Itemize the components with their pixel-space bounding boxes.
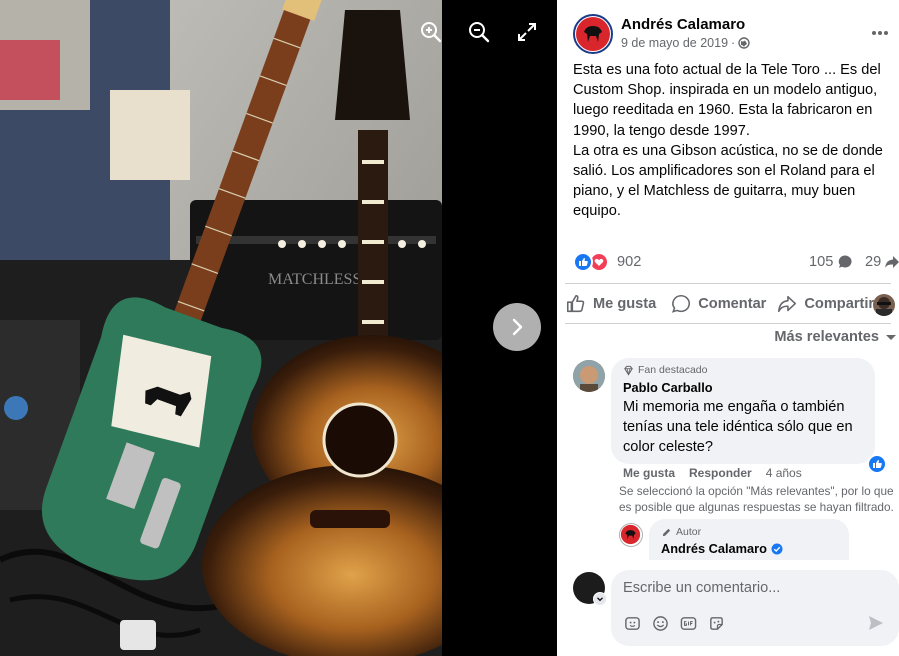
like-reaction-icon [873,460,882,468]
comment-text: Mi memoria me engaña o también tenías un… [623,399,853,455]
zoom-in-icon [421,22,442,43]
comment-label: Comentar [698,296,767,312]
comment-icon [672,294,691,313]
sticker-icon [624,616,640,630]
post-paragraph-2: La otra es una Gibson acústica, no se de… [573,142,883,220]
author-avatar[interactable] [573,14,613,54]
send-comment-button[interactable] [867,614,887,634]
post-actions: Me gusta Comentar Compartir [561,287,899,321]
author-avatar-image [576,17,610,51]
photo-viewer: MATCHLESS [0,0,557,656]
post-meta: 9 de mayo de 2019 · [621,36,750,50]
post-panel: Andrés Calamaro 9 de mayo de 2019 · Esta… [557,0,899,656]
post-author-name[interactable]: Andrés Calamaro [621,16,745,33]
globe-icon[interactable] [738,37,750,49]
author-badge: Autor [661,526,837,538]
zoom-out-icon [469,22,490,43]
next-photo-button[interactable] [493,303,541,351]
like-reaction-icon [573,252,593,272]
reactions-summary: 902 105 29 [573,250,899,274]
comment-reply-button[interactable]: Responder [689,466,752,480]
guitars-photo: MATCHLESS [0,0,442,656]
comment-composer-area [557,560,899,656]
post-photo[interactable]: MATCHLESS [0,0,442,656]
share-arrow-icon [885,256,899,268]
verified-icon [771,543,783,554]
caret-down-icon [886,335,896,340]
reply-author-name[interactable]: Andrés Calamaro [661,541,767,556]
fullscreen-icon [518,23,536,41]
reaction-icons[interactable] [573,252,609,272]
viewer-toolbar [412,14,546,50]
fullscreen-button[interactable] [508,14,546,50]
post-options-button[interactable] [867,20,893,46]
meta-separator: · [731,36,736,50]
divider-bottom [565,323,891,324]
author-badge-label: Autor [676,526,702,538]
comment-actions: Me gusta Responder 4 años [623,466,802,480]
emoji-icon [652,615,668,631]
post-header: Andrés Calamaro 9 de mayo de 2019 · [573,14,893,54]
gif-icon [680,616,696,630]
comment-count: 105 [809,254,834,270]
comment-bubble: Fan destacado Pablo Carballo Mi memoria … [611,358,875,464]
comment-bubble-icon [839,255,852,268]
diamond-icon [624,365,633,376]
divider-top [565,283,891,284]
emoji-button[interactable] [651,614,669,632]
fan-badge: Fan destacado [623,364,863,376]
chevron-right-icon [512,318,523,336]
comment-like-button[interactable]: Me gusta [623,466,675,480]
share-icon [778,295,797,313]
commenter-avatar[interactable] [573,360,605,392]
gif-button[interactable] [679,614,697,632]
avatar-sticker-button[interactable] [623,614,641,632]
reaction-count[interactable]: 902 [617,254,641,270]
comment-count-link[interactable]: 105 [809,254,853,270]
share-label: Compartir [804,296,875,312]
profile-switch-button[interactable] [593,592,607,606]
composer-tools [623,614,725,632]
pencil-icon [662,528,671,536]
comment-sort-dropdown[interactable]: Más relevantes [774,329,899,345]
post-date[interactable]: 9 de mayo de 2019 [621,36,728,50]
send-icon [869,616,883,630]
viewer-avatar-small[interactable] [873,294,895,316]
comment-time[interactable]: 4 años [766,466,802,480]
zoom-out-button[interactable] [460,14,498,50]
reply-author-avatar[interactable] [619,523,643,547]
comment-composer [611,570,899,646]
more-dots-icon [872,31,888,35]
filter-note: Se seleccionó la opción "Más relevantes"… [619,484,894,514]
thumbs-up-icon [566,294,585,313]
chevron-down-icon [597,597,603,602]
zoom-in-button[interactable] [412,14,450,50]
share-count: 29 [865,254,882,270]
sticker-button[interactable] [707,614,725,632]
comment-like-reaction[interactable] [867,454,887,474]
fan-badge-label: Fan destacado [638,364,708,376]
like-label: Me gusta [593,296,657,312]
reply-bubble: Autor Andrés Calamaro [649,519,849,563]
comment-input[interactable] [623,578,883,598]
amp-logo: MATCHLESS [268,271,361,288]
like-button[interactable]: Me gusta [561,289,660,319]
sort-label: Más relevantes [774,329,879,345]
sticker-face-icon [709,616,723,630]
post-body: Esta es una foto actual de la Tele Toro … [573,60,891,222]
share-button[interactable]: Compartir [772,289,878,319]
share-count-link[interactable]: 29 [865,254,899,270]
reply-author: Andrés Calamaro [661,541,837,556]
post-paragraph-1: Esta es una foto actual de la Tele Toro … [573,62,881,139]
comment-button[interactable]: Comentar [666,289,770,319]
commenter-name[interactable]: Pablo Carballo [623,380,863,395]
